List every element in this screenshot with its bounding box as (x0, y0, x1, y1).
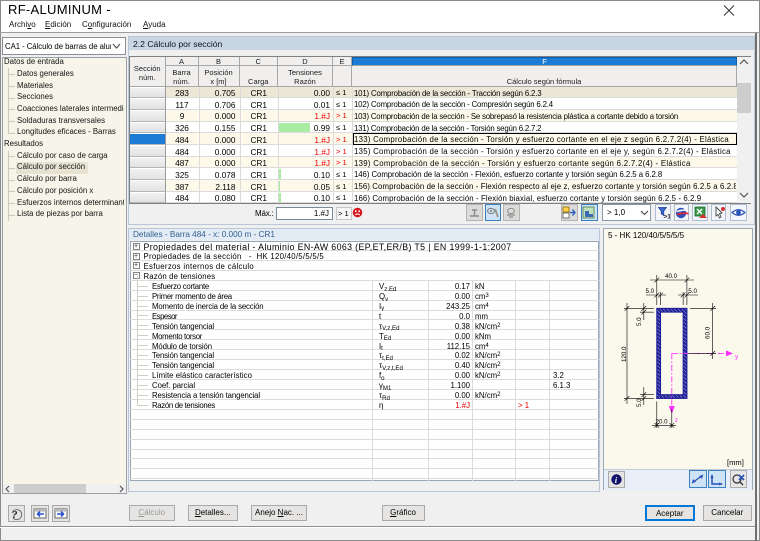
svg-text:120.0: 120.0 (621, 346, 628, 362)
svg-text:5.0: 5.0 (636, 317, 643, 326)
svg-text:5.0: 5.0 (636, 398, 643, 407)
svg-text:y: y (735, 354, 739, 361)
svg-text:5.0: 5.0 (688, 288, 697, 295)
svg-text:20.0: 20.0 (656, 418, 669, 425)
svg-text:z: z (675, 417, 678, 424)
svg-text:60.0: 60.0 (705, 326, 712, 339)
svg-text:5.0: 5.0 (646, 288, 655, 295)
svg-text:40.0: 40.0 (665, 273, 678, 280)
svg-text:>1: >1 (663, 214, 670, 220)
